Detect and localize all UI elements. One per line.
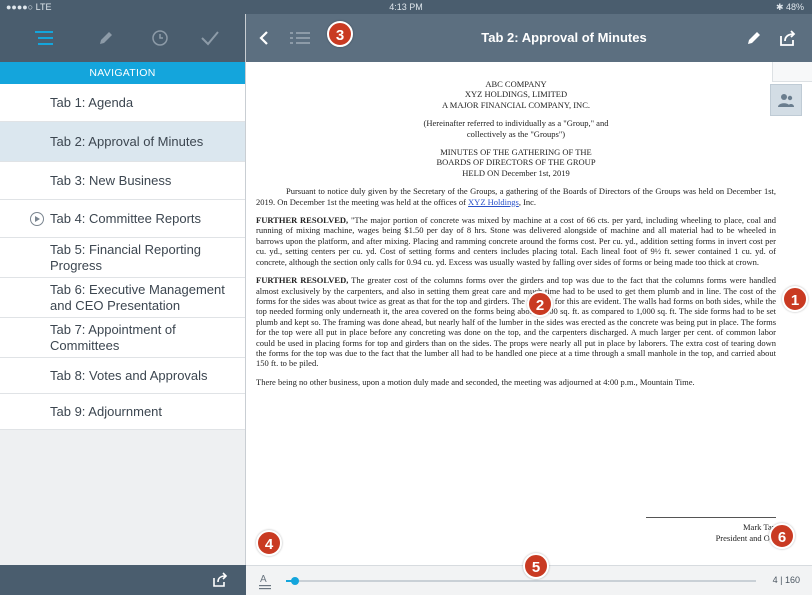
header-line: A MAJOR FINANCIAL COMPANY, INC. [442,99,590,110]
page-count: 4 | 160 [772,575,800,585]
intro-paragraph: Pursuant to notice duly given by the Sec… [256,186,776,207]
signature-title: President and Ow [715,532,776,543]
left-panel: NAVIGATION Tab 1: Agenda Tab 2: Approval… [0,14,246,595]
svg-text:A: A [260,574,267,585]
minutes-heading: MINUTES OF THE GATHERING OF THE BOARDS O… [256,147,776,178]
callout-marker: 4 [256,530,282,556]
callout-marker: 3 [327,21,353,47]
company-header: ABC COMPANY XYZ HOLDINGS, LIMITED A MAJO… [256,79,776,110]
outline-list-icon[interactable] [286,24,314,52]
resolution-paragraph-2: FURTHER RESOLVED, The greater cost of th… [256,275,776,369]
navigation-header: NAVIGATION [0,62,245,84]
nav-item-financial-reporting[interactable]: Tab 5: Financial Reporting Progress [0,238,245,278]
back-chevron-icon[interactable] [250,24,278,52]
annotate-pencil-icon[interactable] [740,24,768,52]
export-share-icon[interactable] [774,24,802,52]
nav-item-label: Tab 3: New Business [50,172,172,188]
nav-item-label: Tab 1: Agenda [50,94,134,110]
nav-item-label: Tab 9: Adjournment [50,403,163,419]
header-line: ABC COMPANY [485,79,547,89]
signature-block: Mark Tay President and Ow [646,517,776,543]
resolution-lead: FURTHER RESOLVED, [256,275,349,286]
reference-line: (Hereinafter referred to individually as… [423,118,609,129]
left-bottom-bar [0,565,246,595]
minutes-line: BOARDS OF DIRECTORS OF THE GROUP [436,157,596,168]
nav-item-appointment-of-committees[interactable]: Tab 7: Appointment of Committees [0,318,245,358]
person-icon[interactable] [770,84,802,116]
share-icon[interactable] [212,572,228,593]
navigation-list: Tab 1: Agenda Tab 2: Approval of Minutes… [0,84,245,430]
document-title: Tab 2: Approval of Minutes [481,30,647,45]
list-icon[interactable] [30,24,58,52]
resolution-paragraph-1: FURTHER RESOLVED, "The major portion of … [256,215,776,267]
minutes-line: HELD ON December 1st, 2019 [462,167,570,178]
nav-item-adjournment[interactable]: Tab 9: Adjournment [0,394,245,430]
callout-marker: 5 [523,553,549,579]
nav-item-committee-reports[interactable]: Tab 4: Committee Reports [0,200,245,238]
page-tab-handle[interactable] [772,62,812,82]
nav-item-votes-and-approvals[interactable]: Tab 8: Votes and Approvals [0,358,245,394]
resolution-lead: FURTHER RESOLVED, [256,215,349,226]
intro-end: , Inc. [518,196,537,207]
nav-item-label: Tab 7: Appointment of Committees [50,321,176,353]
nav-item-executive-management[interactable]: Tab 6: Executive Management and CEO Pres… [0,278,245,318]
expand-play-icon[interactable] [30,211,44,226]
callout-marker: 1 [782,286,808,312]
nav-item-approval-of-minutes[interactable]: Tab 2: Approval of Minutes [0,122,245,162]
status-bar: ●●●●○ LTE 4:13 PM ✱ 48% [0,0,812,14]
text-format-icon[interactable]: A [258,572,272,595]
nav-item-label: Tab 2: Approval of Minutes [50,133,204,149]
closing-paragraph: There being no other business, upon a mo… [256,376,695,387]
left-toolbar [0,14,245,62]
resolution-text: The greater cost of the columns forms ov… [256,275,776,369]
nav-item-label: Tab 6: Executive Management and CEO Pres… [50,281,225,313]
reference-line: collectively as the "Groups") [466,128,566,139]
checkmark-icon[interactable] [196,24,224,52]
battery-indicator: ✱ 48% [775,2,804,12]
reference-note: (Hereinafter referred to individually as… [256,118,776,139]
status-time: 4:13 PM [389,2,423,12]
clock-icon[interactable] [146,24,174,52]
nav-item-label: Tab 8: Votes and Approvals [50,367,208,383]
callout-marker: 6 [769,523,795,549]
page-slider-knob[interactable] [290,577,299,585]
nav-item-label: Tab 4: Committee Reports [50,210,202,226]
document-viewer[interactable]: ABC COMPANY XYZ HOLDINGS, LIMITED A MAJO… [246,62,812,565]
pencil-icon[interactable] [92,24,120,52]
nav-item-agenda[interactable]: Tab 1: Agenda [0,84,245,122]
xyz-holdings-link[interactable]: XYZ Holdings [468,197,519,207]
signature-name: Mark Tay [742,522,776,532]
document-page: ABC COMPANY XYZ HOLDINGS, LIMITED A MAJO… [256,79,776,395]
page-slider[interactable] [286,577,756,585]
nav-item-label: Tab 5: Financial Reporting Progress [50,241,202,273]
header-line: XYZ HOLDINGS, LIMITED [464,89,568,100]
callout-marker: 2 [527,291,553,317]
nav-item-new-business[interactable]: Tab 3: New Business [0,162,245,200]
minutes-line: MINUTES OF THE GATHERING OF THE [440,147,592,158]
signature-line [646,517,776,518]
